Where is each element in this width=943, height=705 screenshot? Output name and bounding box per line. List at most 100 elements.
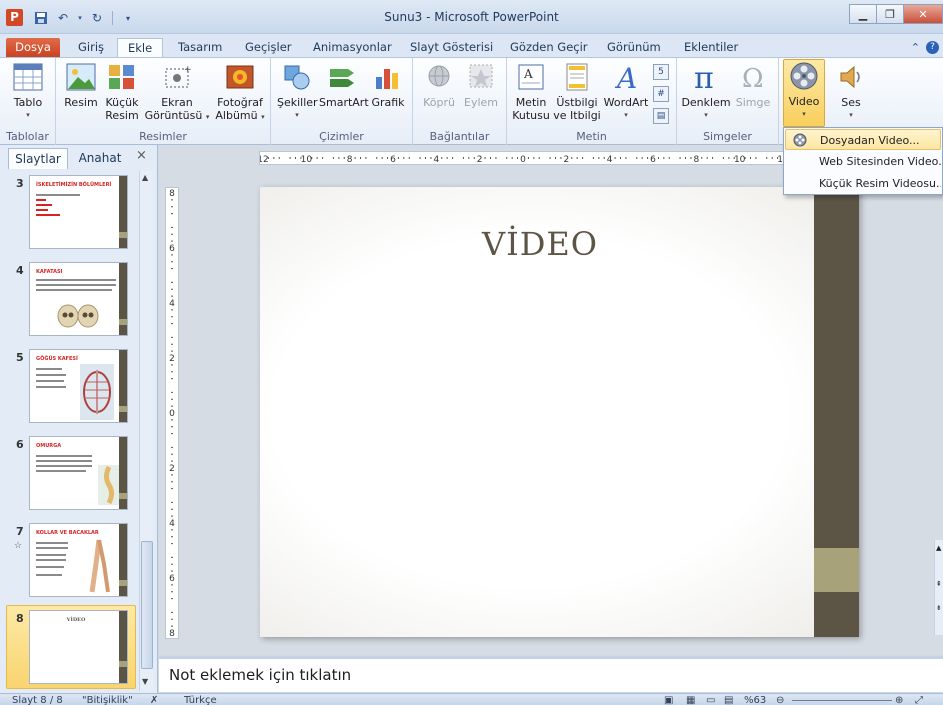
slide-thumbnail-3[interactable]: 3 İSKELETİMİZİN BÖLÜMLERİ [4,171,136,251]
scroll-down-icon[interactable]: ▼ [142,677,148,686]
thumb-side-bar [119,176,127,248]
next-slide-icon[interactable]: ⇟ [936,604,942,612]
text-box-button[interactable]: A Metin Kutusu [511,61,551,122]
ruler-label: 4 [433,155,439,164]
shapes-button[interactable]: Şekiller ▾ [277,61,318,122]
ruler-label: 4 [169,299,175,309]
scrollbar-thumb[interactable] [141,541,153,669]
language-indicator[interactable]: Türkçe [184,695,217,705]
help-icon[interactable]: ? [926,41,939,54]
normal-view-icon[interactable]: ▣ [664,695,673,705]
slide-number-icon[interactable]: # [653,86,669,102]
text-box-icon: A [515,61,547,93]
chart-icon [372,61,404,93]
tab-review[interactable]: Gözden Geçir [500,38,598,58]
action-button[interactable]: Eylem [461,61,501,109]
menu-item-video-from-website[interactable]: Web Sitesinden Video... [785,151,941,172]
audio-button[interactable]: Ses ▾ [831,61,871,122]
thumb-text-line [36,460,92,462]
tab-addins[interactable]: Eklentiler [674,38,748,58]
thumbnails-scrollbar[interactable]: ▲ ▼ [139,171,153,691]
thumb-text-line [36,554,66,556]
minimize-icon[interactable]: ▁ [849,4,877,24]
close-pane-icon[interactable]: × [136,148,147,163]
action-label: Eylem [464,96,498,109]
notes-placeholder[interactable]: Not eklemek için tıklatın [169,666,351,684]
tab-insert[interactable]: Ekle [117,38,164,59]
notes-pane[interactable]: Not eklemek için tıklatın [159,656,943,692]
slideshow-view-icon[interactable]: ▤ [724,695,733,705]
group-tables: Tablo ▾ Tablolar [0,58,56,145]
wordart-button[interactable]: A WordArt ▾ [603,61,649,122]
thumb-text-line [36,559,66,561]
horizontal-ruler-ticks: 12108642024681012 [257,155,788,165]
previous-slide-icon[interactable]: ⇞ [936,580,942,588]
slide-thumbnail-4[interactable]: 4 KAFATASI [4,258,136,338]
minimize-ribbon-icon[interactable]: ⌃ [911,41,920,54]
header-footer-button[interactable]: Üstbilgi ve Itbilgi [553,61,601,122]
slide-thumbnails: 3 İSKELETİMİZİN BÖLÜMLERİ 4 KAFATASI 5 G… [4,171,136,691]
thumb-text-line [36,368,62,370]
picture-button[interactable]: Resim [62,61,100,109]
zoom-slider[interactable] [792,700,892,701]
hyperlink-button[interactable]: Köprü [419,61,459,109]
theme-name[interactable]: "Bitişiklik" [82,695,133,705]
tab-design[interactable]: Tasarım [168,38,232,58]
chart-button[interactable]: Grafik [369,61,407,109]
tab-slides[interactable]: Slaytlar [8,148,68,169]
svg-text:+: + [184,65,192,75]
zoom-level[interactable]: %63 [744,695,766,705]
menu-item-clip-art-video[interactable]: Küçük Resim Videosu... [785,173,941,194]
menu-item-video-from-file[interactable]: Dosyadan Video... [785,129,941,150]
slide-thumbnail-6[interactable]: 6 OMURGA [4,432,136,512]
symbol-button[interactable]: Ω Simge [733,61,773,109]
slide-thumbnail-5[interactable]: 5 GÖĞÜS KAFESİ [4,345,136,425]
menu-item-label: Küçük Resim Videosu... [819,177,941,190]
tab-transitions[interactable]: Geçişler [235,38,302,58]
tab-file[interactable]: Dosya [6,38,60,58]
close-window-icon[interactable]: ✕ [903,4,943,24]
zoom-out-icon[interactable]: ⊖ [776,695,784,705]
tab-slide-show[interactable]: Slayt Gösterisi [400,38,503,58]
spellcheck-icon[interactable]: ✗ [150,695,158,705]
photo-album-label-2-wrap: Albümü ▾ [212,109,268,124]
slides-pane: Slaytlar Anahat × 3 İSKELETİMİZİN BÖLÜML… [0,145,158,693]
tab-home[interactable]: Giriş [68,38,114,58]
thumb-side-bar [119,437,127,509]
clip-art-button[interactable]: Küçük Resim [102,61,142,122]
slide-thumbnail-7[interactable]: 7 ☆ KOLLAR VE BACAKLAR [4,519,136,599]
smartart-button[interactable]: SmartArt [319,61,369,109]
slide-title[interactable]: VİDEO [260,225,820,263]
ruler-label: 8 [693,155,699,164]
video-button[interactable]: Video ▾ [783,59,825,127]
thumb-text-line [36,465,92,467]
tab-outline[interactable]: Anahat [70,148,130,169]
restore-icon[interactable]: ❐ [876,4,904,24]
table-button[interactable]: Tablo ▾ [8,61,48,122]
screenshot-label-2: Görüntüsü [144,109,203,122]
screenshot-icon: + [161,61,193,93]
photo-album-button[interactable]: Fotoğraf Albümü ▾ [212,61,268,124]
slide-canvas[interactable]: VİDEO [260,187,859,637]
fit-slide-icon[interactable]: ⤢ [915,695,923,705]
slide-sorter-icon[interactable]: ▦ [686,695,695,705]
picture-icon [65,61,97,93]
thumb-text-line [36,547,68,549]
object-icon[interactable]: ▤ [653,108,669,124]
slide-thumbnail-8[interactable]: 8 VİDEO [4,605,136,689]
horizontal-ruler: 12108642024681012 [257,151,789,165]
svg-text:A: A [523,67,533,81]
equation-button[interactable]: π Denklem ▾ [681,61,731,122]
screenshot-button[interactable]: + Ekran Görüntüsü ▾ [142,61,212,124]
svg-text:Ω: Ω [742,64,764,91]
scroll-up-icon[interactable]: ▲ [142,173,148,182]
tab-animations[interactable]: Animasyonlar [303,38,402,58]
scroll-up-icon[interactable]: ▲ [936,544,941,552]
ruler-label: 4 [169,519,175,529]
shapes-caret-icon: ▾ [295,111,299,119]
reading-view-icon[interactable]: ▭ [706,695,715,705]
tab-view[interactable]: Görünüm [597,38,671,58]
editor-scrollbar[interactable]: ▲ ⇞ ⇟ [934,540,943,635]
zoom-in-icon[interactable]: ⊕ [895,695,903,705]
date-time-icon[interactable]: 5 [653,64,669,80]
